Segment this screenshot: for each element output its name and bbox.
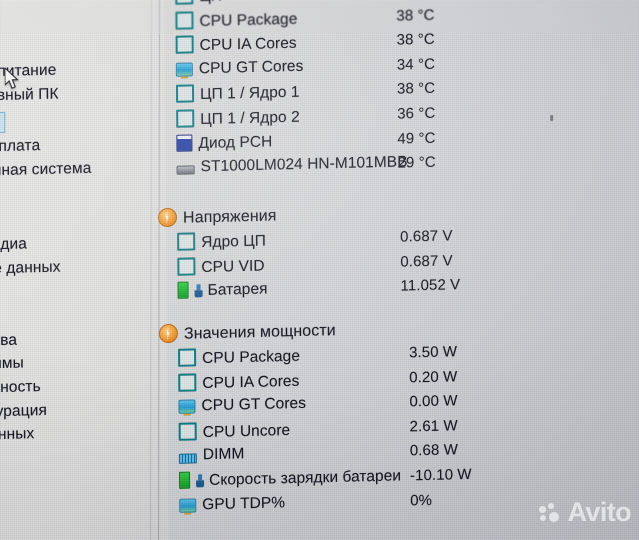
sidebar-item-6[interactable]: мная плата [0,137,40,157]
power-plug-icon [195,284,203,298]
sensor-row[interactable]: ЦП 1 / Ядро 2 [176,107,300,132]
cpu-icon [175,84,195,104]
sidebar-item-15[interactable]: ограммы [0,354,24,374]
dust-speck [550,114,554,121]
power-plug-icon [196,474,204,488]
sidebar-item-17[interactable]: нфигурация [0,402,47,422]
section-header-voltages[interactable]: Напряжения [157,205,277,228]
sensor-row[interactable]: ST1000LM024 HN-M101MBB [176,153,408,181]
sensor-row[interactable]: CPU GT Cores [175,57,304,83]
sensor-row[interactable]: CPU Package [175,9,297,34]
sensor-value: 11.052 V [400,276,461,295]
sensor-value: 0.00 W [409,392,458,411]
sidebar-item-7[interactable]: ационная система [0,160,91,181]
sensor-row[interactable]: CPU IA Cores [175,33,297,58]
lightning-icon [157,207,178,228]
cpu-icon [175,0,194,5]
gpu-icon [178,399,196,415]
photographed-screen: Компьютералгонектропитаниертативный ПКтч… [0,0,639,540]
sensor-row[interactable]: CPU VID [177,255,265,279]
sensor-label: GPU TDP% [202,493,286,513]
sensor-value: 0.68 W [409,441,458,460]
sensor-row[interactable]: Скорость зарядки батареи [179,467,401,494]
section-title: Значения мощности [183,322,336,343]
section-header-power-values[interactable]: Значения мощности [158,320,336,344]
sensor-value: 38 °C [396,80,436,98]
sensor-value: 3.50 W [408,343,458,362]
sidebar-item-16[interactable]: зопасность [0,378,41,398]
dimm-icon [178,453,197,464]
sensor-value: -10.10 W [409,465,472,485]
sidebar-item-10[interactable]: ьтимедиа [0,235,27,255]
sensor-label: CPU IA Cores [199,34,297,55]
sensor-row[interactable]: CPU Package [178,346,300,371]
sensor-row[interactable]: CPU GT Cores [178,395,306,420]
gpu-icon [175,62,193,77]
sensor-label: CPU Uncore [202,421,291,441]
sensor-value: 29 °C [397,153,436,172]
sensor-label: ЦП [199,0,222,5]
sensor-content-pane: ТемпературыЦП38 °CCPU Package38 °CCPU IA… [150,0,639,540]
sensor-row[interactable]: ЦП 1 / Ядро 1 [175,82,300,107]
cpu-icon [177,256,196,276]
sensor-row[interactable]: Диод PCH [176,132,272,156]
sensor-label: ЦП 1 / Ядро 1 [199,84,300,104]
cpu-icon [178,348,197,367]
sidebar-item-18[interactable]: за данных [0,425,34,445]
sidebar-item-11[interactable]: нение данных [0,259,61,279]
sensor-label: DIMM [202,445,245,464]
cpu-icon [176,109,195,128]
sensor-row[interactable]: Батарея [177,280,268,304]
sensor-label: Диод PCH [198,132,273,152]
sensor-row[interactable]: GPU TDP% [179,494,285,518]
sensor-label: CPU GT Cores [198,57,304,78]
sensor-row[interactable]: CPU IA Cores [178,371,299,396]
avito-watermark: Avito [538,497,632,527]
hdd-icon [176,165,195,176]
cpu-icon [175,10,194,30]
cpu-icon [177,232,196,251]
gpu-icon [179,498,197,513]
sensor-value: 0.687 V [400,251,453,271]
sensor-value: 36 °C [397,104,436,123]
sensor-label: CPU IA Cores [202,372,300,392]
sensor-row[interactable]: ЦП [175,0,222,9]
sensor-label: ST1000LM024 HN-M101MBB [200,153,408,176]
sensor-value: 38 °C [396,6,435,25]
sensor-label: Батарея [207,280,268,300]
sensor-label: CPU GT Cores [201,395,307,415]
cpu-icon [175,35,194,54]
sidebar-tree[interactable]: Компьютералгонектропитаниертативный ПКтч… [0,0,169,540]
sensor-row[interactable]: CPU Uncore [178,420,291,445]
sidebar-item-5[interactable]: тчики [0,111,6,135]
sensor-label: CPU Package [199,10,298,30]
screenshot-photo: Компьютералгонектропитаниертативный ПКтч… [0,0,639,540]
sensor-value: 0% [410,491,433,509]
sensor-value: 38 °C [396,30,435,49]
sensor-value: 2.61 W [409,417,458,436]
sensor-label: CPU Package [202,347,301,368]
sensor-value: 49 °C [397,129,436,148]
cpu-icon [178,422,197,441]
sidebar-item-14[interactable]: ройства [0,332,17,351]
sensor-label: CPU VID [201,257,265,276]
avito-logo-icon [538,502,561,523]
sensor-label: ЦП 1 / Ядро 2 [200,108,300,129]
cpu-icon [178,372,197,392]
sensor-row[interactable]: DIMM [178,445,245,470]
lightning-icon [158,323,178,344]
sensor-row[interactable]: Ядро ЦП [177,231,266,255]
section-title: Напряжения [182,207,277,227]
sensor-value: 0.20 W [409,367,458,386]
mouse-cursor-icon [4,67,19,89]
battery-icon [177,281,189,300]
battery-icon [179,471,191,489]
chipset-icon [176,134,193,152]
sensor-label: Скорость зарядки батареи [208,467,402,489]
sensor-value: 0.687 V [400,227,453,246]
sensor-label: Ядро ЦП [201,232,266,252]
avito-watermark-text: Avito [567,497,632,527]
sensor-value: 34 °C [396,55,436,74]
